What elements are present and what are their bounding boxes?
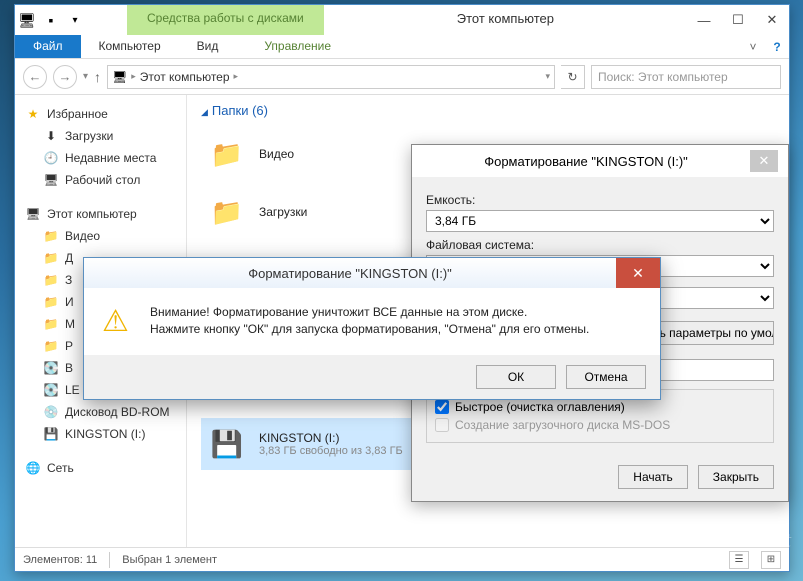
- sidebar-item-kingston[interactable]: 💾KINGSTON (I:): [15, 423, 186, 445]
- folder-icon: 📁: [205, 132, 249, 176]
- msdos-boot-checkbox: Создание загрузочного диска MS-DOS: [435, 416, 765, 434]
- statusbar: Элементов: 11 Выбран 1 элемент ☰ ⊞: [15, 547, 789, 571]
- sidebar-item-desktop[interactable]: 🖥Рабочий стол: [15, 169, 186, 191]
- recent-icon: 🕘: [43, 150, 59, 166]
- titlebar: 🖥 ▪ ▾ Средства работы с дисками Этот ком…: [15, 5, 789, 35]
- close-button[interactable]: Закрыть: [698, 465, 774, 489]
- collapse-icon[interactable]: ◢: [201, 107, 208, 117]
- navbar: ← → ▾ ↑ 🖥 ▸ Этот компьютер ▸ ▾ ↻ Поиск: …: [15, 59, 789, 95]
- props-icon[interactable]: ▪: [39, 5, 63, 35]
- disc-icon: 💿: [43, 404, 59, 420]
- ribbon: Файл Компьютер Вид Управление ˅ ?: [15, 35, 789, 59]
- network-icon: 🌐: [25, 460, 41, 476]
- desktop-icon: 🖥: [43, 172, 59, 188]
- drive-icon: 💽: [43, 382, 59, 398]
- filesystem-label: Файловая система:: [426, 238, 774, 252]
- msgbox-text: Внимание! Форматирование уничтожит ВСЕ д…: [150, 304, 589, 339]
- usb-icon: 💾: [43, 426, 59, 442]
- sidebar-item-recent[interactable]: 🕘Недавние места: [15, 147, 186, 169]
- ribbon-expand-icon[interactable]: ˅: [741, 35, 765, 58]
- search-input[interactable]: Поиск: Этот компьютер: [591, 65, 781, 89]
- app-icon: 🖥: [15, 5, 39, 35]
- format-dialog-title: Форматирование "KINGSTON (I:)": [422, 154, 750, 169]
- close-icon[interactable]: ✕: [616, 258, 660, 288]
- folder-icon: 📁: [205, 190, 249, 234]
- folder-icon: 📁: [43, 294, 59, 310]
- back-button[interactable]: ←: [23, 65, 47, 89]
- address-bar[interactable]: 🖥 ▸ Этот компьютер ▸ ▾: [107, 65, 555, 89]
- msgbox-title: Форматирование "KINGSTON (I:)": [84, 266, 616, 281]
- minimize-button[interactable]: —: [687, 5, 721, 35]
- breadcrumb-sep-icon[interactable]: ▸: [131, 71, 136, 82]
- sidebar-network[interactable]: 🌐Сеть: [15, 457, 186, 479]
- breadcrumb[interactable]: Этот компьютер: [140, 70, 230, 84]
- breadcrumb-sep-icon[interactable]: ▸: [234, 71, 239, 82]
- sidebar-item-bdrom[interactable]: 💿Дисковод BD-ROM: [15, 401, 186, 423]
- status-selected: Выбран 1 элемент: [122, 554, 217, 566]
- computer-icon: 🖥: [25, 206, 41, 222]
- close-icon[interactable]: ✕: [750, 150, 778, 172]
- status-count: Элементов: 11: [23, 554, 97, 566]
- warning-icon: ⚠: [102, 304, 136, 338]
- sidebar-favorites[interactable]: ★Избранное: [15, 103, 186, 125]
- drive-icon: 💽: [43, 360, 59, 376]
- forward-button[interactable]: →: [53, 65, 77, 89]
- folder-icon: 📁: [43, 338, 59, 354]
- folder-icon: 📁: [43, 228, 59, 244]
- view-details-button[interactable]: ☰: [729, 551, 749, 569]
- folder-icon: 📁: [43, 316, 59, 332]
- close-button[interactable]: ✕: [755, 5, 789, 35]
- chevron-down-icon[interactable]: ▾: [63, 5, 87, 35]
- view-tiles-button[interactable]: ⊞: [761, 551, 781, 569]
- tab-view[interactable]: Вид: [179, 35, 237, 58]
- window-title: Этот компьютер: [324, 5, 687, 35]
- star-icon: ★: [25, 106, 41, 122]
- tab-manage[interactable]: Управление: [246, 35, 349, 58]
- help-icon[interactable]: ?: [765, 35, 789, 58]
- maximize-button[interactable]: ☐: [721, 5, 755, 35]
- section-header[interactable]: ◢Папки (6): [201, 103, 775, 118]
- computer-icon: 🖥: [112, 70, 127, 84]
- download-icon: ⬇: [43, 128, 59, 144]
- sidebar-item-videos[interactable]: 📁Видео: [15, 225, 186, 247]
- folder-icon: 📁: [43, 272, 59, 288]
- file-tab[interactable]: Файл: [15, 35, 81, 58]
- sidebar-this-pc[interactable]: 🖥Этот компьютер: [15, 203, 186, 225]
- capacity-select[interactable]: 3,84 ГБ: [426, 210, 774, 232]
- up-button[interactable]: ↑: [94, 69, 101, 85]
- msgbox-titlebar[interactable]: Форматирование "KINGSTON (I:)" ✕: [84, 258, 660, 288]
- quick-format-checkbox[interactable]: Быстрое (очистка оглавления): [435, 398, 765, 416]
- capacity-label: Емкость:: [426, 193, 774, 207]
- tab-computer[interactable]: Компьютер: [81, 35, 179, 58]
- format-dialog-titlebar[interactable]: Форматирование "KINGSTON (I:)" ✕: [412, 145, 788, 177]
- sidebar-item-downloads[interactable]: ⬇Загрузки: [15, 125, 186, 147]
- folder-icon: 📁: [43, 250, 59, 266]
- start-button[interactable]: Начать: [618, 465, 688, 489]
- usb-drive-icon: 💾: [205, 422, 249, 466]
- ok-button[interactable]: ОК: [476, 365, 556, 389]
- refresh-button[interactable]: ↻: [561, 65, 585, 89]
- warning-messagebox: Форматирование "KINGSTON (I:)" ✕ ⚠ Внима…: [83, 257, 661, 400]
- cancel-button[interactable]: Отмена: [566, 365, 646, 389]
- history-dropdown-icon[interactable]: ▾: [83, 71, 88, 82]
- context-tab-header: Средства работы с дисками: [127, 5, 324, 35]
- address-dropdown-icon[interactable]: ▾: [545, 71, 550, 82]
